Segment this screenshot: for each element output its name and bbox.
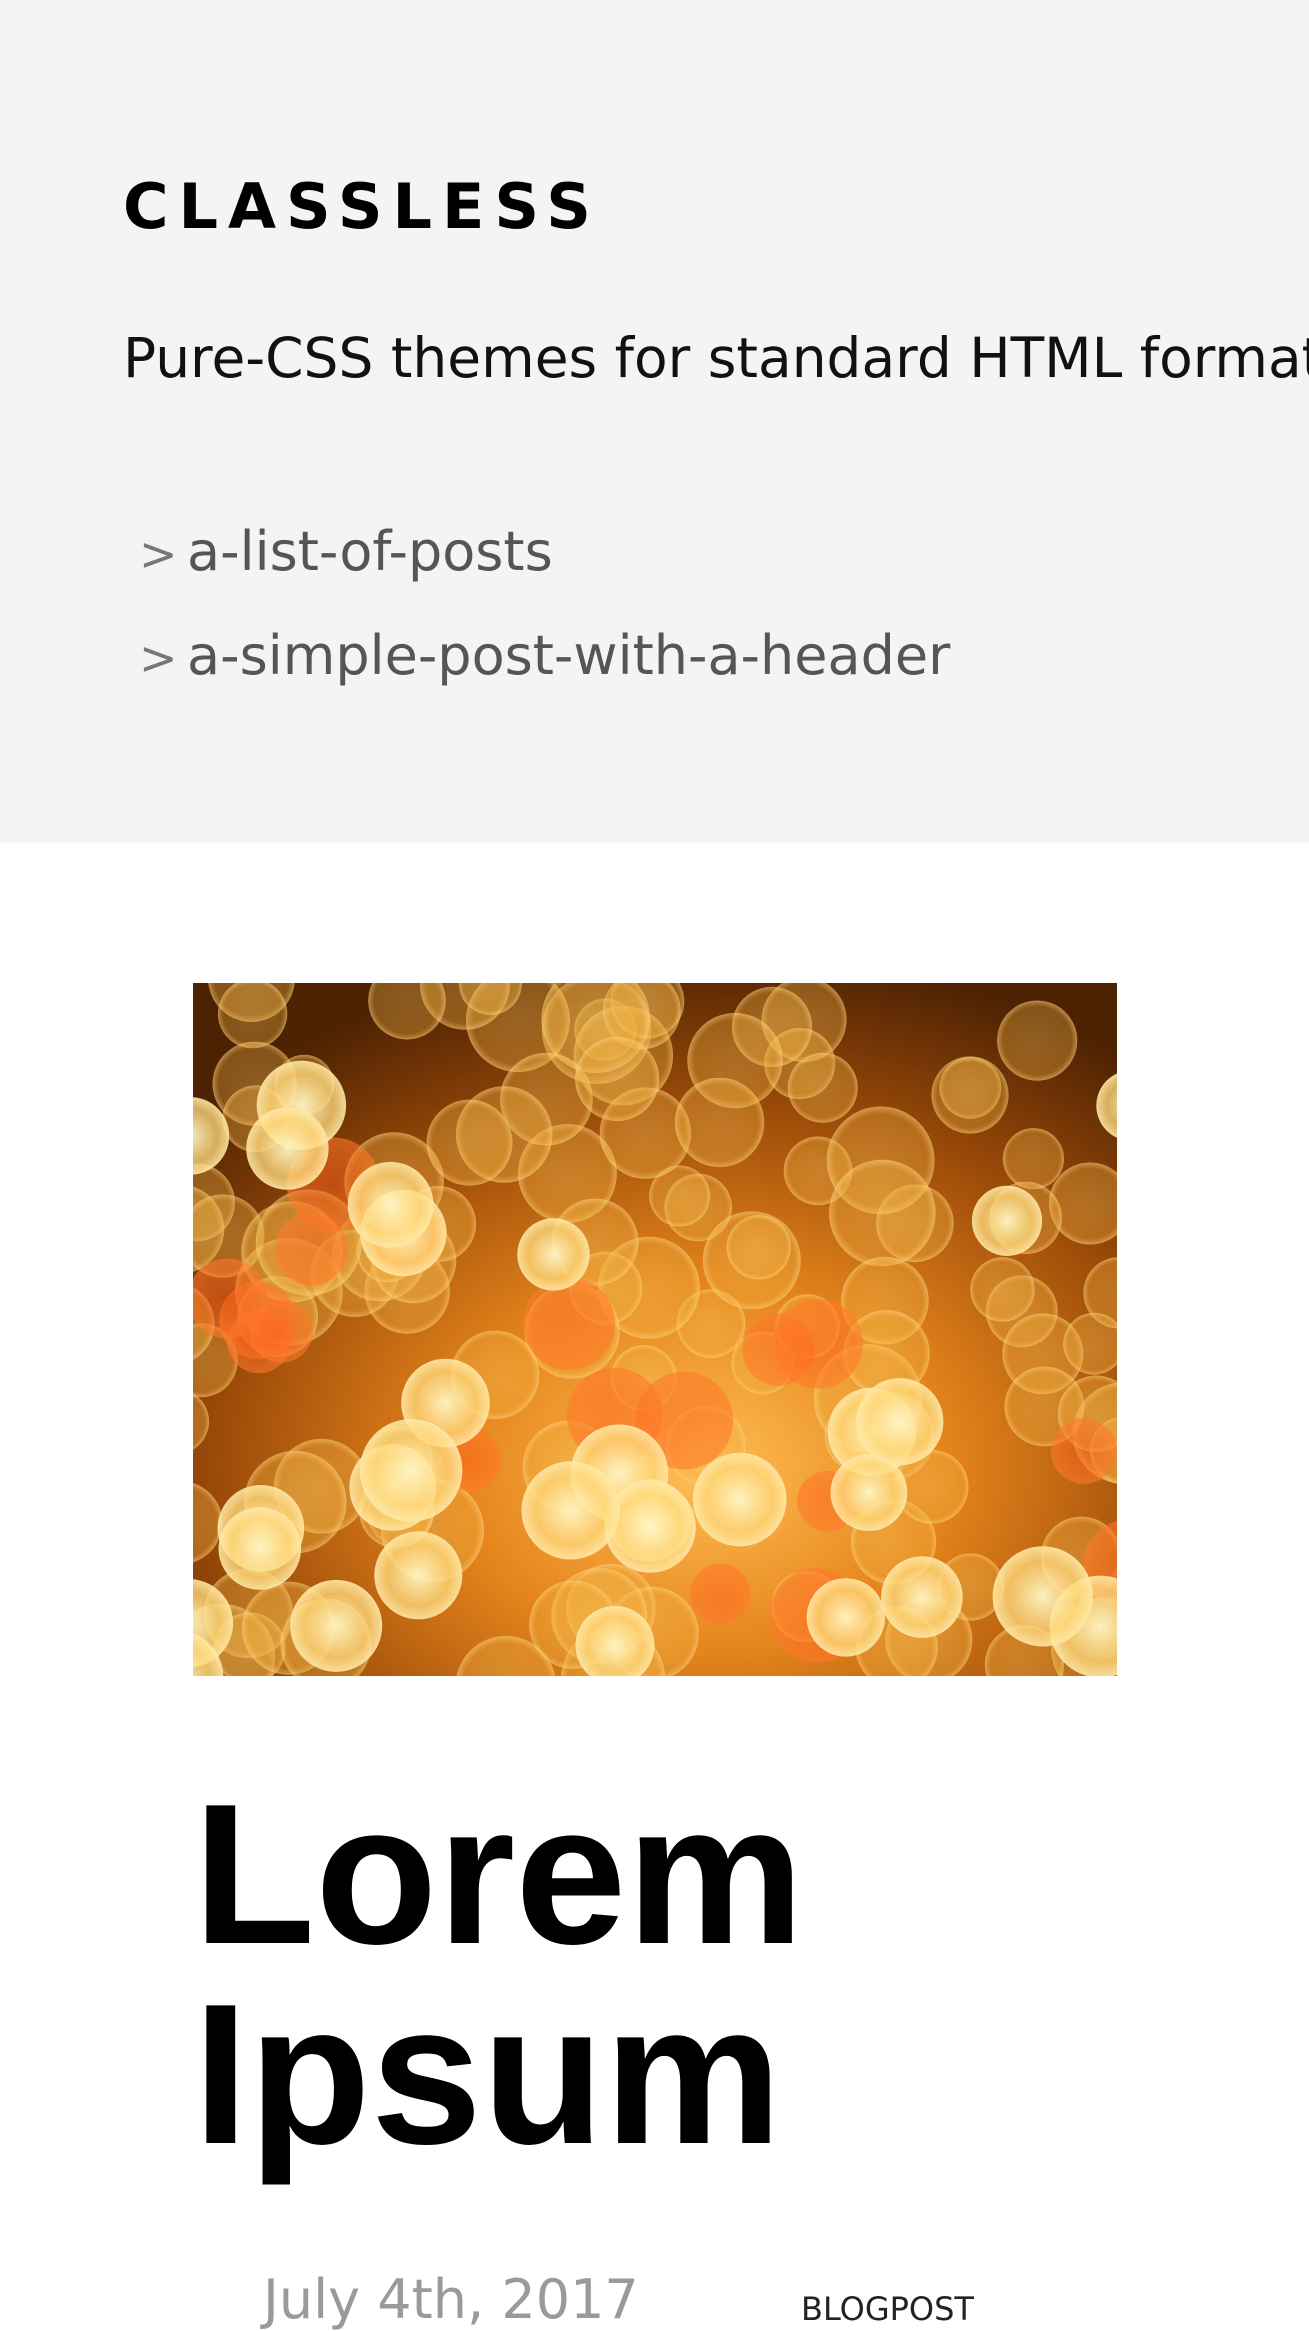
bokeh-light bbox=[692, 1452, 787, 1547]
bokeh-light bbox=[517, 1218, 590, 1291]
bokeh-light bbox=[970, 1257, 1035, 1322]
bokeh-light bbox=[246, 1107, 329, 1190]
post-meta: July 4th, 2017 BLOGPOST bbox=[263, 2268, 1023, 2331]
post-category-link[interactable]: BLOGPOST bbox=[801, 2290, 974, 2328]
nav-item-a-simple-post-with-a-header[interactable]: > a-simple-post-with-a-header bbox=[139, 624, 950, 728]
bokeh-light bbox=[787, 1052, 858, 1123]
bokeh-light bbox=[521, 1461, 620, 1560]
site-header: CLASSLESS Pure-CSS themes for standard H… bbox=[0, 0, 1309, 843]
bokeh-light bbox=[773, 1299, 863, 1389]
bokeh-light bbox=[674, 1077, 765, 1168]
post-title: Lorem Ipsum bbox=[193, 1775, 1093, 2175]
chevron-right-icon: > bbox=[139, 527, 178, 581]
bokeh-light bbox=[689, 1563, 751, 1625]
site-nav: > a-list-of-posts > a-simple-post-with-a… bbox=[139, 520, 950, 728]
bokeh-lights-image bbox=[193, 983, 1117, 1676]
bokeh-light bbox=[881, 1556, 963, 1638]
bokeh-light bbox=[218, 1507, 302, 1590]
bokeh-light bbox=[374, 1531, 463, 1620]
bokeh-light bbox=[931, 1056, 1009, 1134]
bokeh-light bbox=[522, 1277, 616, 1370]
bokeh-light bbox=[971, 1185, 1043, 1256]
bokeh-light bbox=[1051, 1418, 1117, 1484]
nav-link-label[interactable]: a-list-of-posts bbox=[187, 520, 553, 585]
bokeh-light bbox=[806, 1578, 885, 1657]
site-brand[interactable]: CLASSLESS bbox=[123, 176, 601, 238]
post-date: July 4th, 2017 bbox=[263, 2268, 639, 2331]
bokeh-light bbox=[604, 1481, 696, 1573]
nav-link-label[interactable]: a-simple-post-with-a-header bbox=[187, 624, 950, 689]
bokeh-light bbox=[992, 1546, 1093, 1647]
post-title-line-1: Lorem bbox=[193, 1763, 805, 1986]
bokeh-light bbox=[359, 1419, 463, 1522]
bokeh-light bbox=[830, 1454, 908, 1531]
bokeh-light bbox=[575, 1036, 660, 1121]
site-tagline: Pure-CSS themes for standard HTML format… bbox=[123, 326, 1309, 390]
bokeh-light bbox=[829, 1159, 936, 1267]
nav-item-a-list-of-posts[interactable]: > a-list-of-posts bbox=[139, 520, 950, 624]
bokeh-light bbox=[347, 1161, 434, 1248]
bokeh-light bbox=[426, 1099, 513, 1186]
hero-image bbox=[193, 983, 1117, 1676]
chevron-right-icon: > bbox=[139, 631, 178, 685]
bokeh-light bbox=[274, 1212, 348, 1286]
bokeh-light bbox=[1002, 1128, 1064, 1190]
bokeh-light bbox=[726, 1215, 791, 1280]
bokeh-light bbox=[856, 1378, 944, 1466]
post-title-line-2: Ipsum bbox=[193, 1963, 782, 2186]
bokeh-light bbox=[249, 1298, 314, 1363]
bokeh-light bbox=[290, 1579, 383, 1672]
bokeh-light bbox=[997, 1000, 1078, 1081]
